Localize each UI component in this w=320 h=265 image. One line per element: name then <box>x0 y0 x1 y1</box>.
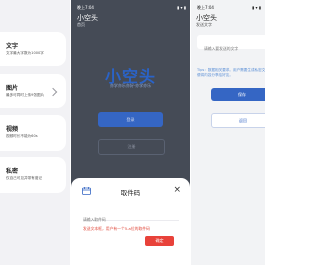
left-panel: 文字 文字最大字数为1000字 图片 最多可同时上传9张图片 视频 视频时长不能… <box>0 0 70 265</box>
item-desc: 最多可同时上传9张图片 <box>6 93 45 97</box>
item-title: 图片 <box>6 85 19 92</box>
list-item-image[interactable]: 图片 最多可同时上传9张图片 <box>0 74 66 108</box>
page-subtitle: 首页 <box>77 22 85 27</box>
item-title: 私密 <box>6 168 19 175</box>
list-item-text[interactable]: 文字 文字最大字数为1000字 <box>0 32 66 66</box>
item-desc: 视频时长不能为60s <box>6 134 38 138</box>
item-title: 视频 <box>6 126 19 133</box>
status-time: 晚上7:04 <box>77 5 94 10</box>
pickup-code-input[interactable] <box>83 217 179 222</box>
save-button[interactable]: 保存 <box>211 88 265 101</box>
warning-text: 发送文本框，用户有一个5-a位的取件码 <box>83 226 150 231</box>
status-icons: ▮ ▾ ▮ <box>252 5 261 10</box>
chevron-right-icon <box>48 87 58 97</box>
right-panel: 晚上7:04 ▮ ▾ ▮ 小空头 发送文字 Tips：数据相关要求。用户需要生成… <box>191 0 265 265</box>
primary-button[interactable]: 登录 <box>98 112 163 127</box>
list-item-private[interactable]: 私密 仅自己可见并带有邀记 <box>0 157 66 193</box>
text-input-box <box>197 35 265 51</box>
text-input[interactable] <box>204 46 265 51</box>
back-button[interactable]: 返回 <box>211 113 265 128</box>
list-item-video[interactable]: 视频 视频时长不能为60s <box>0 115 66 151</box>
status-icons: ▮ ▾ ▮ <box>177 5 186 10</box>
tips-text: Tips：数据相关要求。用户需要生成私密文字，以便将内容分享给好友。 <box>197 68 265 77</box>
sheet-title: 取件码 <box>120 189 141 197</box>
secondary-button[interactable]: 注册 <box>98 139 165 155</box>
status-time: 晚上7:04 <box>197 5 214 10</box>
item-desc: 仅自己可见并带有邀记 <box>6 176 42 180</box>
confirm-button[interactable]: 确定 <box>145 236 174 246</box>
page-subtitle: 发送文字 <box>196 22 212 27</box>
item-desc: 文字最大字数为1000字 <box>6 51 44 55</box>
hero-slogan: 亦学亦乐亦好·亦学亦乐 <box>109 83 152 88</box>
pickup-code-field <box>83 206 179 222</box>
pickup-code-sheet: 取件码 × 发送文本框，用户有一个5-a位的取件码 确定 <box>71 178 190 265</box>
close-icon[interactable]: × <box>173 185 181 195</box>
item-title: 文字 <box>6 43 19 50</box>
